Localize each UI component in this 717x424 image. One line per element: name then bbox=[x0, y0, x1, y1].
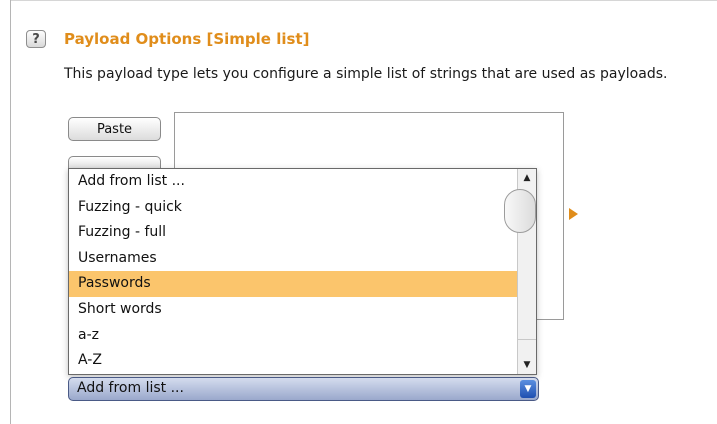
add-from-list-dropdown-menu[interactable]: Add from list ... Fuzzing - quick Fuzzin… bbox=[68, 168, 537, 375]
dropdown-item[interactable]: Add from list ... bbox=[69, 169, 517, 195]
scrollbar-track-end bbox=[518, 339, 536, 356]
section-description: This payload type lets you configure a s… bbox=[64, 66, 668, 82]
panel-top-border bbox=[10, 0, 717, 1]
dropdown-item[interactable]: a-z bbox=[69, 323, 517, 349]
dropdown-item[interactable]: Fuzzing - full bbox=[69, 220, 517, 246]
panel-left-border bbox=[10, 0, 11, 424]
add-from-list-select[interactable]: Add from list ... ▼ bbox=[68, 377, 539, 401]
scrollbar-thumb[interactable] bbox=[504, 189, 536, 233]
dropdown-scrollbar[interactable]: ▲ ▼ bbox=[504, 169, 536, 374]
dropdown-items: Add from list ... Fuzzing - quick Fuzzin… bbox=[69, 169, 517, 374]
dropdown-item-selected[interactable]: Passwords bbox=[69, 271, 517, 297]
scroll-up-arrow-icon[interactable]: ▲ bbox=[518, 170, 536, 186]
arrow-right-icon bbox=[569, 208, 578, 220]
section-title: Payload Options [Simple list] bbox=[64, 30, 310, 48]
dropdown-arrow-icon[interactable]: ▼ bbox=[520, 380, 536, 398]
scroll-down-arrow-icon[interactable]: ▼ bbox=[518, 357, 536, 373]
help-glyph: ? bbox=[32, 31, 40, 47]
dropdown-item[interactable]: Fuzzing - quick bbox=[69, 195, 517, 221]
dropdown-item[interactable]: A-Z bbox=[69, 348, 517, 374]
dropdown-item[interactable]: Usernames bbox=[69, 246, 517, 272]
select-current-value: Add from list ... bbox=[77, 380, 184, 396]
help-icon[interactable]: ? bbox=[26, 30, 46, 48]
dropdown-item[interactable]: Short words bbox=[69, 297, 517, 323]
paste-button[interactable]: Paste bbox=[68, 117, 161, 141]
